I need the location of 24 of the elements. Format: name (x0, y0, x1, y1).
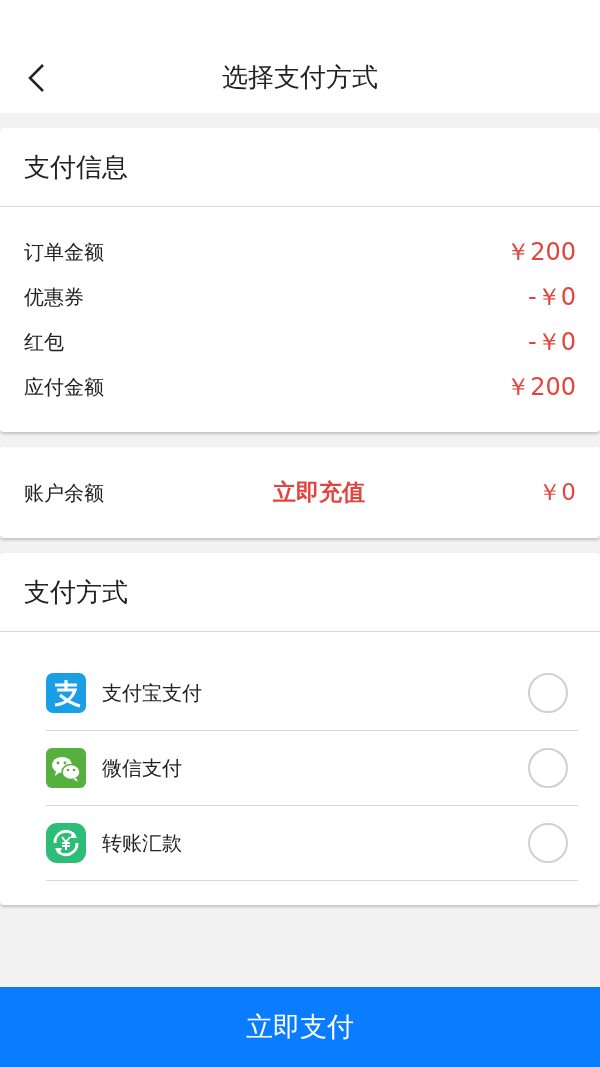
method-label: 转账汇款 (102, 830, 182, 857)
section-title: 支付信息 (24, 150, 128, 184)
pay-button[interactable]: 立即支付 (0, 987, 600, 1067)
method-label: 支付宝支付 (102, 680, 202, 707)
row-label: 订单金额 (24, 238, 104, 266)
yuan-exchange-icon (46, 823, 86, 863)
row-label: 应付金额 (24, 373, 104, 401)
chat-bubbles-icon (46, 748, 86, 788)
recharge-link[interactable]: 立即充值 (244, 475, 394, 510)
page-title: 选择支付方式 (222, 61, 378, 94)
method-label: 微信支付 (102, 755, 182, 782)
radio-button[interactable] (528, 823, 568, 863)
balance-value: ￥0 (538, 478, 576, 508)
row-value: ￥200 (506, 371, 576, 403)
row-value: -￥0 (528, 326, 576, 358)
back-icon[interactable] (26, 63, 46, 93)
radio-button[interactable] (528, 673, 568, 713)
radio-button[interactable] (528, 748, 568, 788)
row-label: 优惠券 (24, 283, 84, 311)
row-label: 红包 (24, 328, 64, 356)
row-value: -￥0 (528, 281, 576, 313)
section-title: 支付方式 (24, 575, 128, 609)
balance-label: 账户余额 (24, 479, 105, 507)
row-value: ￥200 (506, 236, 576, 268)
